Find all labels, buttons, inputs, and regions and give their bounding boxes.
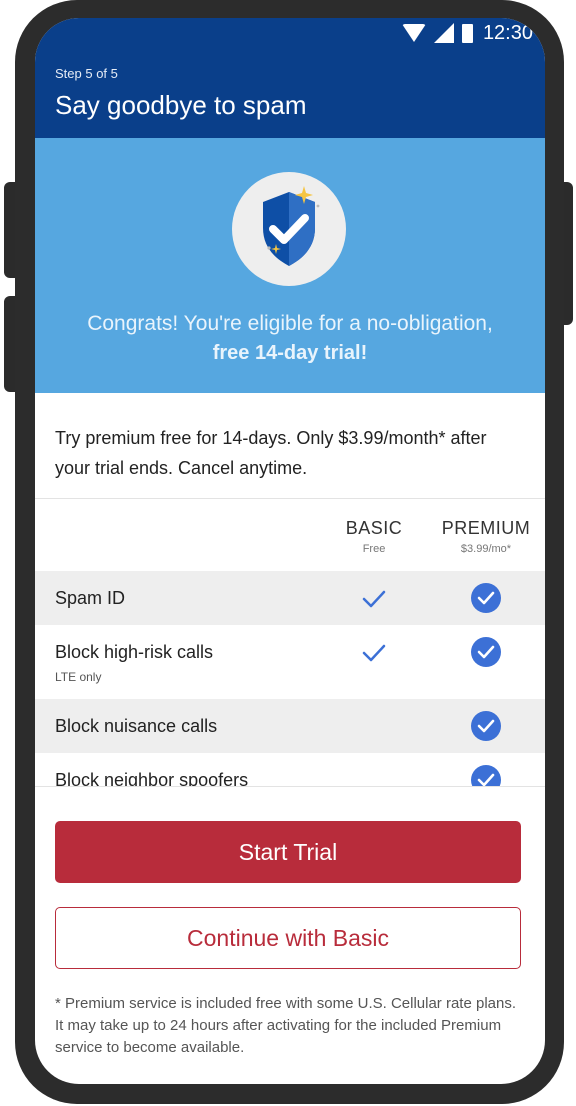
basic-plan-price: Free [362, 543, 386, 555]
divider [35, 786, 545, 787]
premium-check-icon [471, 583, 501, 613]
step-indicator: Step 5 of 5 [55, 66, 118, 81]
basic-plan-header: BASIC Free [335, 518, 413, 555]
feature-label: Block neighbor spoofers [55, 770, 249, 786]
feature-label: Block nuisance calls [55, 716, 218, 736]
continue-basic-button[interactable]: Continue with Basic [55, 907, 521, 969]
banner-line-2: free 14-day trial! [212, 342, 368, 364]
phone-frame: 12:30 Step 5 of 5 Say goodbye to spam Co… [15, 0, 564, 1104]
status-time: 12:30 [482, 21, 533, 44]
feature-note: LTE only [55, 670, 102, 684]
premium-check-icon [471, 711, 501, 741]
premium-plan-price: $3.99/mo* [460, 543, 512, 555]
signal-icon [433, 23, 454, 43]
battery-icon [461, 23, 473, 43]
premium-plan-name: PREMIUM [441, 518, 531, 538]
page-title: Say goodbye to spam [55, 90, 307, 120]
trial-description: Try premium free for 14-days. Only $3.99… [55, 428, 487, 478]
feature-label: Spam ID [55, 588, 126, 608]
header: Step 5 of 5 Say goodbye to spam [35, 48, 545, 138]
basic-plan-name: BASIC [345, 518, 403, 538]
feature-label: Block high-risk calls [55, 642, 214, 662]
phone-screen: 12:30 Step 5 of 5 Say goodbye to spam Co… [35, 18, 545, 1084]
premium-check-icon [471, 765, 501, 786]
trial-banner: Congrats! You're eligible for a no-oblig… [35, 138, 545, 393]
banner-line-1: Congrats! You're eligible for a no-oblig… [87, 312, 493, 335]
feature-row: Block neighbor spoofers [35, 753, 545, 786]
feature-row: Block high-risk calls LTE only [35, 625, 545, 699]
divider [35, 498, 545, 499]
start-trial-button[interactable]: Start Trial [55, 821, 521, 883]
basic-check-icon [362, 590, 386, 608]
footnote: * Premium service is included free with … [55, 995, 517, 1056]
feature-row: Block nuisance calls [35, 699, 545, 753]
shield-badge [232, 172, 346, 286]
wifi-icon [401, 24, 426, 42]
premium-plan-header: PREMIUM $3.99/mo* [433, 518, 539, 555]
status-bar: 12:30 [35, 18, 545, 48]
basic-check-icon [362, 644, 386, 662]
premium-check-icon [471, 637, 501, 667]
shield-check-icon [263, 186, 320, 266]
feature-row: Spam ID [35, 571, 545, 625]
